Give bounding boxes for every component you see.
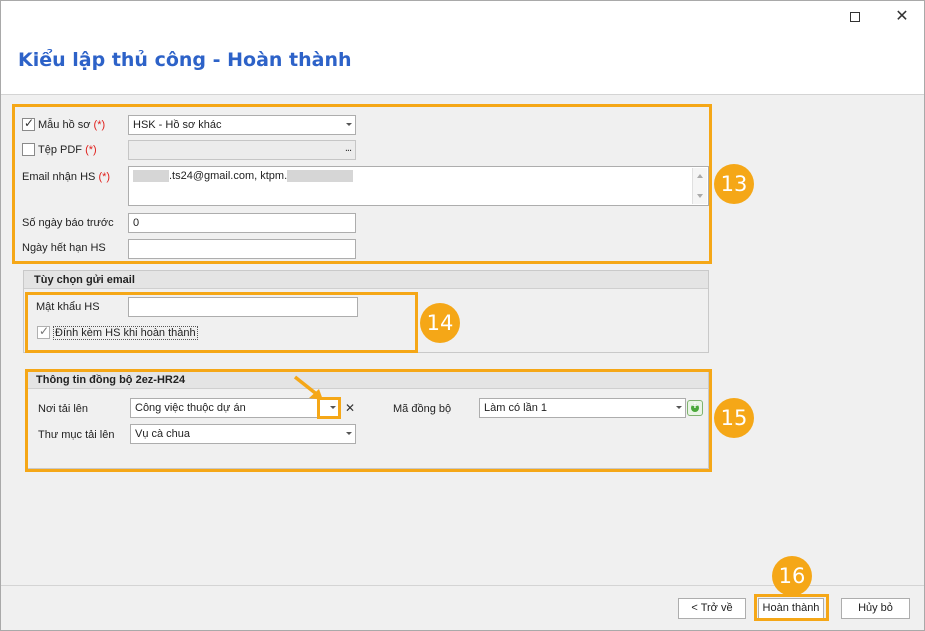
maximize-icon[interactable] — [844, 7, 866, 27]
close-icon[interactable]: ✕ — [891, 7, 913, 27]
highlight-box-15 — [25, 369, 712, 472]
back-button[interactable]: < Trở về — [678, 598, 746, 619]
highlight-finish-button — [754, 594, 829, 621]
title-bar: ✕ — [1, 1, 924, 33]
highlight-box-14 — [25, 292, 418, 353]
step-badge-16: 16 — [772, 556, 812, 596]
dialog-window: ✕ Kiểu lập thủ công - Hoàn thành ✓ Mẫu h… — [0, 0, 925, 631]
highlight-box-13 — [12, 104, 712, 264]
step-badge-15: 15 — [714, 398, 754, 438]
wizard-header: Kiểu lập thủ công - Hoàn thành — [1, 33, 924, 95]
email-options-title: Tùy chọn gửi email — [24, 271, 708, 289]
page-title: Kiểu lập thủ công - Hoàn thành — [18, 49, 352, 71]
cancel-button[interactable]: Hủy bỏ — [841, 598, 910, 619]
step-badge-14: 14 — [420, 303, 460, 343]
step-badge-13: 13 — [714, 164, 754, 204]
